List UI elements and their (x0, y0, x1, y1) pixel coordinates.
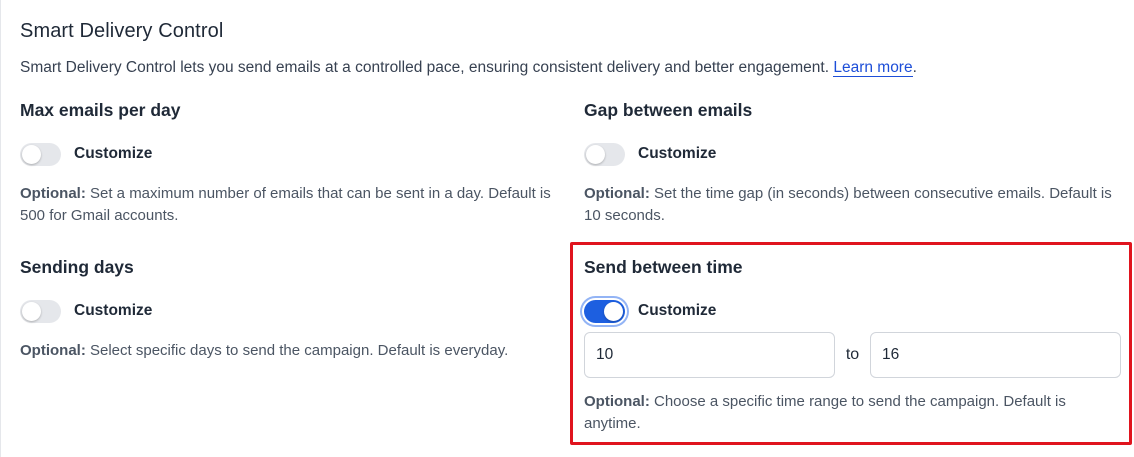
help-text: Set a maximum number of emails that can … (20, 185, 551, 224)
send-time-section: Send between time Customize to Optional:… (584, 257, 1124, 435)
max-emails-toggle[interactable] (20, 142, 61, 166)
gap-title: Gap between emails (584, 100, 753, 120)
max-emails-title: Max emails per day (20, 100, 181, 120)
send-time-toggle[interactable] (584, 299, 625, 323)
help-prefix: Optional: (20, 185, 86, 202)
help-text: Select specific days to send the campaig… (85, 342, 509, 359)
max-emails-help: Optional: Set a maximum number of emails… (20, 183, 560, 227)
page-title: Smart Delivery Control (20, 20, 224, 42)
to-label: to (845, 346, 860, 363)
sending-days-section: Sending days Customize Optional: Select … (20, 257, 520, 362)
toggle-knob (22, 301, 41, 321)
help-prefix: Optional: (584, 185, 650, 202)
help-prefix: Optional: (20, 342, 86, 359)
toggle-knob (604, 301, 623, 321)
help-text: Set the time gap (in seconds) between co… (584, 185, 1112, 224)
gap-help: Optional: Set the time gap (in seconds) … (584, 183, 1124, 227)
gap-toggle-row: Customize (584, 142, 1124, 166)
send-time-toggle-label: Customize (638, 302, 717, 319)
gap-section: Gap between emails Customize Optional: S… (584, 100, 1124, 227)
max-emails-toggle-label: Customize (74, 145, 153, 162)
send-time-title: Send between time (584, 257, 743, 277)
end-time-input[interactable] (870, 332, 1121, 378)
help-prefix: Optional: (584, 393, 650, 410)
sending-days-toggle-row: Customize (20, 299, 520, 323)
sending-days-help: Optional: Select specific days to send t… (20, 340, 520, 362)
time-range-row: to (584, 332, 1124, 378)
learn-more-link[interactable]: Learn more (833, 59, 913, 77)
send-time-help: Optional: Choose a specific time range t… (584, 391, 1124, 435)
help-text: Choose a specific time range to send the… (584, 393, 1066, 432)
page-description: Smart Delivery Control lets you send ema… (20, 59, 917, 77)
smart-delivery-panel: Smart Delivery Control Smart Delivery Co… (0, 0, 1134, 457)
description-text: Smart Delivery Control lets you send ema… (20, 59, 830, 76)
max-emails-toggle-row: Customize (20, 142, 560, 166)
description-period: . (912, 59, 917, 76)
start-time-input[interactable] (584, 332, 835, 378)
gap-toggle[interactable] (584, 142, 625, 166)
toggle-knob (586, 144, 605, 164)
toggle-knob (22, 144, 41, 164)
send-time-toggle-row: Customize (584, 299, 1124, 323)
sending-days-title: Sending days (20, 257, 134, 277)
sending-days-toggle-label: Customize (74, 302, 153, 319)
sending-days-toggle[interactable] (20, 299, 61, 323)
max-emails-section: Max emails per day Customize Optional: S… (20, 100, 560, 227)
gap-toggle-label: Customize (638, 145, 717, 162)
